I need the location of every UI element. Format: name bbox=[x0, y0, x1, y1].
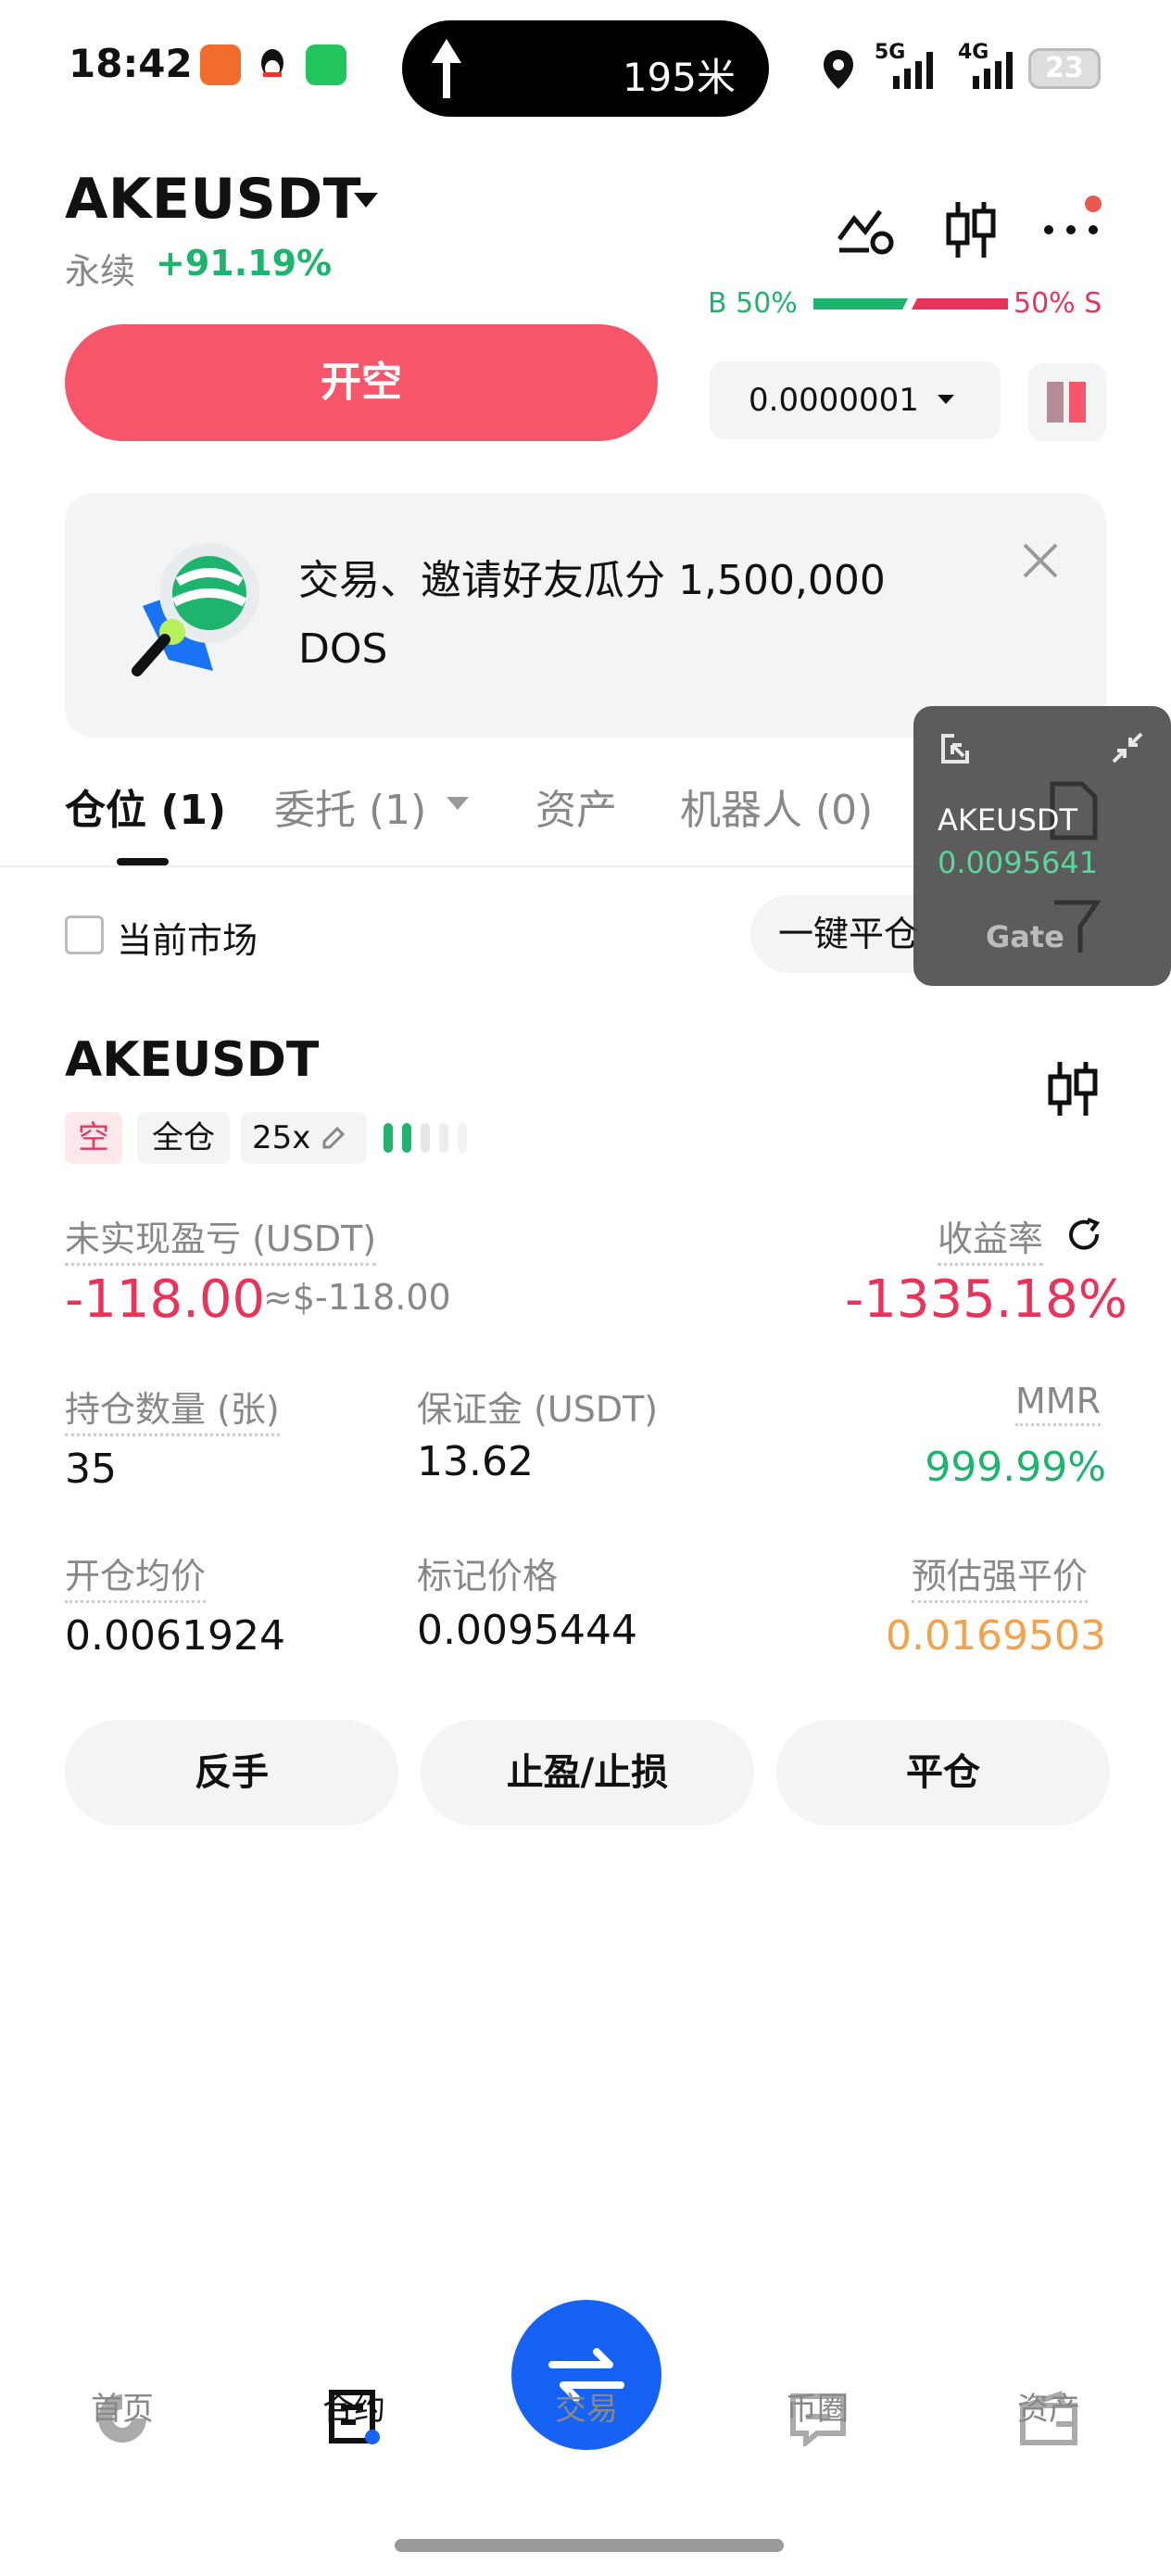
mmr-value: 999.99% bbox=[925, 1444, 1106, 1491]
nav-distance: 195米 bbox=[622, 55, 736, 100]
candlestick-chart-icon[interactable] bbox=[943, 198, 999, 261]
status-time: 18:42 bbox=[69, 41, 193, 86]
pair-dropdown-icon[interactable] bbox=[352, 191, 380, 209]
current-market-checkbox[interactable] bbox=[65, 915, 104, 954]
position-chart-icon[interactable] bbox=[1047, 1058, 1099, 1119]
more-options-icon[interactable] bbox=[1041, 191, 1106, 243]
navigation-pill[interactable]: 195米 bbox=[402, 20, 769, 117]
current-market-label: 当前市场 bbox=[117, 920, 258, 961]
promo-banner[interactable]: 交易、邀请好友瓜分 1,500,000 DOS bbox=[65, 493, 1106, 738]
tpsl-button[interactable]: 止盈/止损 bbox=[421, 1720, 754, 1825]
roe-label[interactable]: 收益率 bbox=[938, 1210, 1044, 1266]
mark-price-value: 0.0095444 bbox=[417, 1607, 637, 1654]
side-tag: 空 bbox=[65, 1112, 122, 1164]
floating-price-widget[interactable]: AKEUSDT 0.0095641 Gate bbox=[913, 706, 1171, 986]
app-notification-icon bbox=[200, 44, 241, 85]
unrealized-pnl-value: -118.00 bbox=[65, 1269, 266, 1330]
battery-indicator: 23 bbox=[1028, 48, 1101, 89]
tab-orders[interactable]: 委托 (1) bbox=[274, 777, 426, 836]
arrow-up-icon bbox=[432, 39, 461, 98]
widget-price: 0.0095641 bbox=[938, 845, 1099, 880]
banner-text: 交易、邀请好友瓜分 1,500,000 DOS bbox=[298, 557, 886, 673]
risk-level-bars bbox=[384, 1123, 467, 1153]
qq-icon bbox=[252, 44, 293, 85]
edit-icon bbox=[322, 1126, 346, 1149]
gate-watermark: Gate bbox=[986, 919, 1064, 954]
position-pair: AKEUSDT bbox=[65, 1032, 320, 1088]
promo-magnifier-icon bbox=[132, 543, 259, 676]
location-icon bbox=[824, 50, 853, 89]
signal-5g-icon bbox=[893, 52, 933, 89]
close-banner-icon[interactable] bbox=[1021, 541, 1060, 580]
collapse-icon[interactable] bbox=[1110, 730, 1145, 765]
margin-label: 保证金 (USDT) bbox=[417, 1389, 659, 1430]
tick-size-select[interactable]: 0.0000001 bbox=[710, 361, 1001, 439]
margin-value: 13.62 bbox=[417, 1438, 534, 1485]
expand-window-icon[interactable] bbox=[939, 732, 973, 765]
tab-assets[interactable]: 资产 bbox=[535, 777, 617, 836]
close-position-button[interactable]: 平仓 bbox=[776, 1720, 1110, 1825]
mmr-label[interactable]: MMR bbox=[1015, 1381, 1101, 1426]
indicator-chart-icon[interactable] bbox=[837, 202, 897, 258]
ratio-bar bbox=[813, 298, 1008, 309]
home-indicator bbox=[395, 2539, 784, 2552]
margin-mode-tag: 全仓 bbox=[137, 1112, 230, 1164]
reverse-button[interactable]: 反手 bbox=[65, 1720, 398, 1825]
liq-price-value: 0.0169503 bbox=[886, 1612, 1106, 1660]
nav-trade-label[interactable]: 交易 bbox=[511, 2383, 661, 2429]
nav-assets-label[interactable]: 资产 bbox=[975, 2383, 1123, 2429]
liq-price-label[interactable]: 预估强平价 bbox=[912, 1547, 1089, 1603]
size-value: 35 bbox=[65, 1446, 117, 1493]
nav-home-label[interactable]: 首页 bbox=[48, 2383, 196, 2429]
price-change: +91.19% bbox=[156, 243, 333, 284]
entry-price-value: 0.0061924 bbox=[65, 1612, 285, 1660]
chevron-down-icon bbox=[938, 395, 954, 404]
refresh-icon[interactable] bbox=[1067, 1218, 1102, 1253]
tab-bots[interactable]: 机器人 (0) bbox=[680, 777, 873, 836]
mark-price-label: 标记价格 bbox=[417, 1556, 559, 1597]
active-tab-indicator bbox=[117, 858, 169, 865]
open-short-button[interactable]: 开空 bbox=[65, 324, 658, 441]
size-label[interactable]: 持仓数量 (张) bbox=[65, 1381, 280, 1436]
widget-pair: AKEUSDT bbox=[938, 802, 1078, 838]
unrealized-pnl-label[interactable]: 未实现盈亏 (USDT) bbox=[65, 1210, 377, 1266]
nav-community-label[interactable]: 币圈 bbox=[743, 2383, 891, 2429]
nav-contract-label[interactable]: 合约 bbox=[280, 2383, 428, 2429]
orders-dropdown-icon[interactable] bbox=[445, 795, 471, 812]
roe-value: -1335.18% bbox=[845, 1269, 1127, 1330]
layout-icon bbox=[1047, 382, 1086, 423]
leverage-tag[interactable]: 25x bbox=[241, 1112, 367, 1164]
contract-type: 永续 bbox=[65, 251, 136, 292]
tab-positions[interactable]: 仓位 (1) bbox=[65, 777, 226, 836]
unrealized-pnl-approx: ≈$-118.00 bbox=[263, 1277, 451, 1318]
entry-price-label[interactable]: 开仓均价 bbox=[65, 1547, 207, 1603]
app-green-icon bbox=[306, 44, 346, 85]
signal-4g-icon bbox=[973, 52, 1013, 89]
orderbook-layout-button[interactable] bbox=[1028, 363, 1106, 441]
pair-title[interactable]: AKEUSDT bbox=[65, 167, 361, 232]
